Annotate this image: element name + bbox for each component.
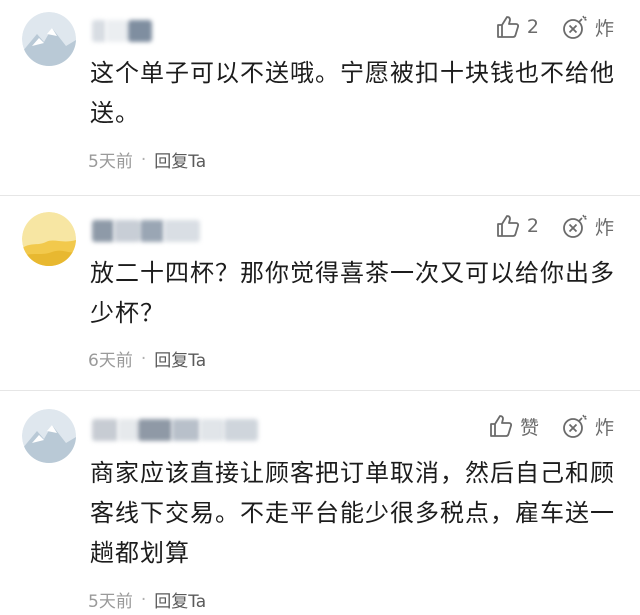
comment-meta: 5天前 · 回复Ta [88,147,206,173]
bomb-icon [563,15,587,39]
like-button[interactable]: 2 [495,213,539,239]
bomb-button[interactable]: 炸 [561,412,614,440]
bomb-icon [563,414,587,438]
comment-text: 这个单子可以不送哦。宁愿被扣十块钱也不给他送。 [90,59,615,127]
avatar[interactable] [22,12,76,66]
meta-separator: · [140,589,147,610]
avatar-default-icon [22,212,76,266]
bomb-button[interactable]: 炸 [561,212,614,240]
like-count: 2 [526,16,539,38]
comment-item: 2 炸 放二十四杯？那你觉得喜茶一次又可以给你出多少杯？ 6天前 · 回复Ta [0,196,640,390]
avatar[interactable] [22,212,76,266]
avatar-default-icon [22,12,76,66]
thumbs-up-icon [496,16,519,38]
username-blurred[interactable] [92,20,162,42]
like-button[interactable]: 2 [495,14,539,40]
like-label: 赞 [519,416,539,439]
comment-text: 商家应该直接让顾客把订单取消，然后自己和顾客线下交易。不走平台能少很多税点，雇车… [90,459,615,567]
comment-item: 2 炸 这个单子可以不送哦。宁愿被扣十块钱也不给他送。 5天前 · 回复Ta [0,0,640,195]
avatar-default-icon [22,409,76,463]
bomb-button[interactable]: 炸 [561,13,614,41]
bomb-label: 炸 [594,416,614,439]
timestamp: 6天前 [88,351,133,371]
username-blurred[interactable] [92,419,262,441]
meta-separator: · [140,348,147,369]
bomb-label: 炸 [594,17,614,40]
comment-actions: 2 炸 [495,211,614,241]
timestamp: 5天前 [88,592,133,612]
thumbs-up-icon [496,215,519,237]
reply-button[interactable]: 回复Ta [154,587,206,612]
bomb-icon [563,214,587,238]
bomb-label: 炸 [594,216,614,239]
comment-meta: 6天前 · 回复Ta [88,346,206,372]
avatar[interactable] [22,409,76,463]
comment-text: 放二十四杯？那你觉得喜茶一次又可以给你出多少杯？ [90,259,615,327]
reply-button[interactable]: 回复Ta [154,147,206,172]
meta-separator: · [140,149,147,170]
username-blurred[interactable] [92,220,202,242]
thumbs-up-icon [490,415,512,437]
comment-meta: 5天前 · 回复Ta [88,587,206,613]
reply-button[interactable]: 回复Ta [154,346,206,371]
timestamp: 5天前 [88,152,133,172]
comment-actions: 2 炸 [495,12,614,42]
comment-actions: 赞 炸 [488,411,614,441]
like-button[interactable]: 赞 [488,413,539,440]
like-count: 2 [526,215,539,237]
comment-item: 赞 炸 商家应该直接让顾客把订单取消，然后自己和顾客线下交易。不走平台能少很多税… [0,391,640,615]
